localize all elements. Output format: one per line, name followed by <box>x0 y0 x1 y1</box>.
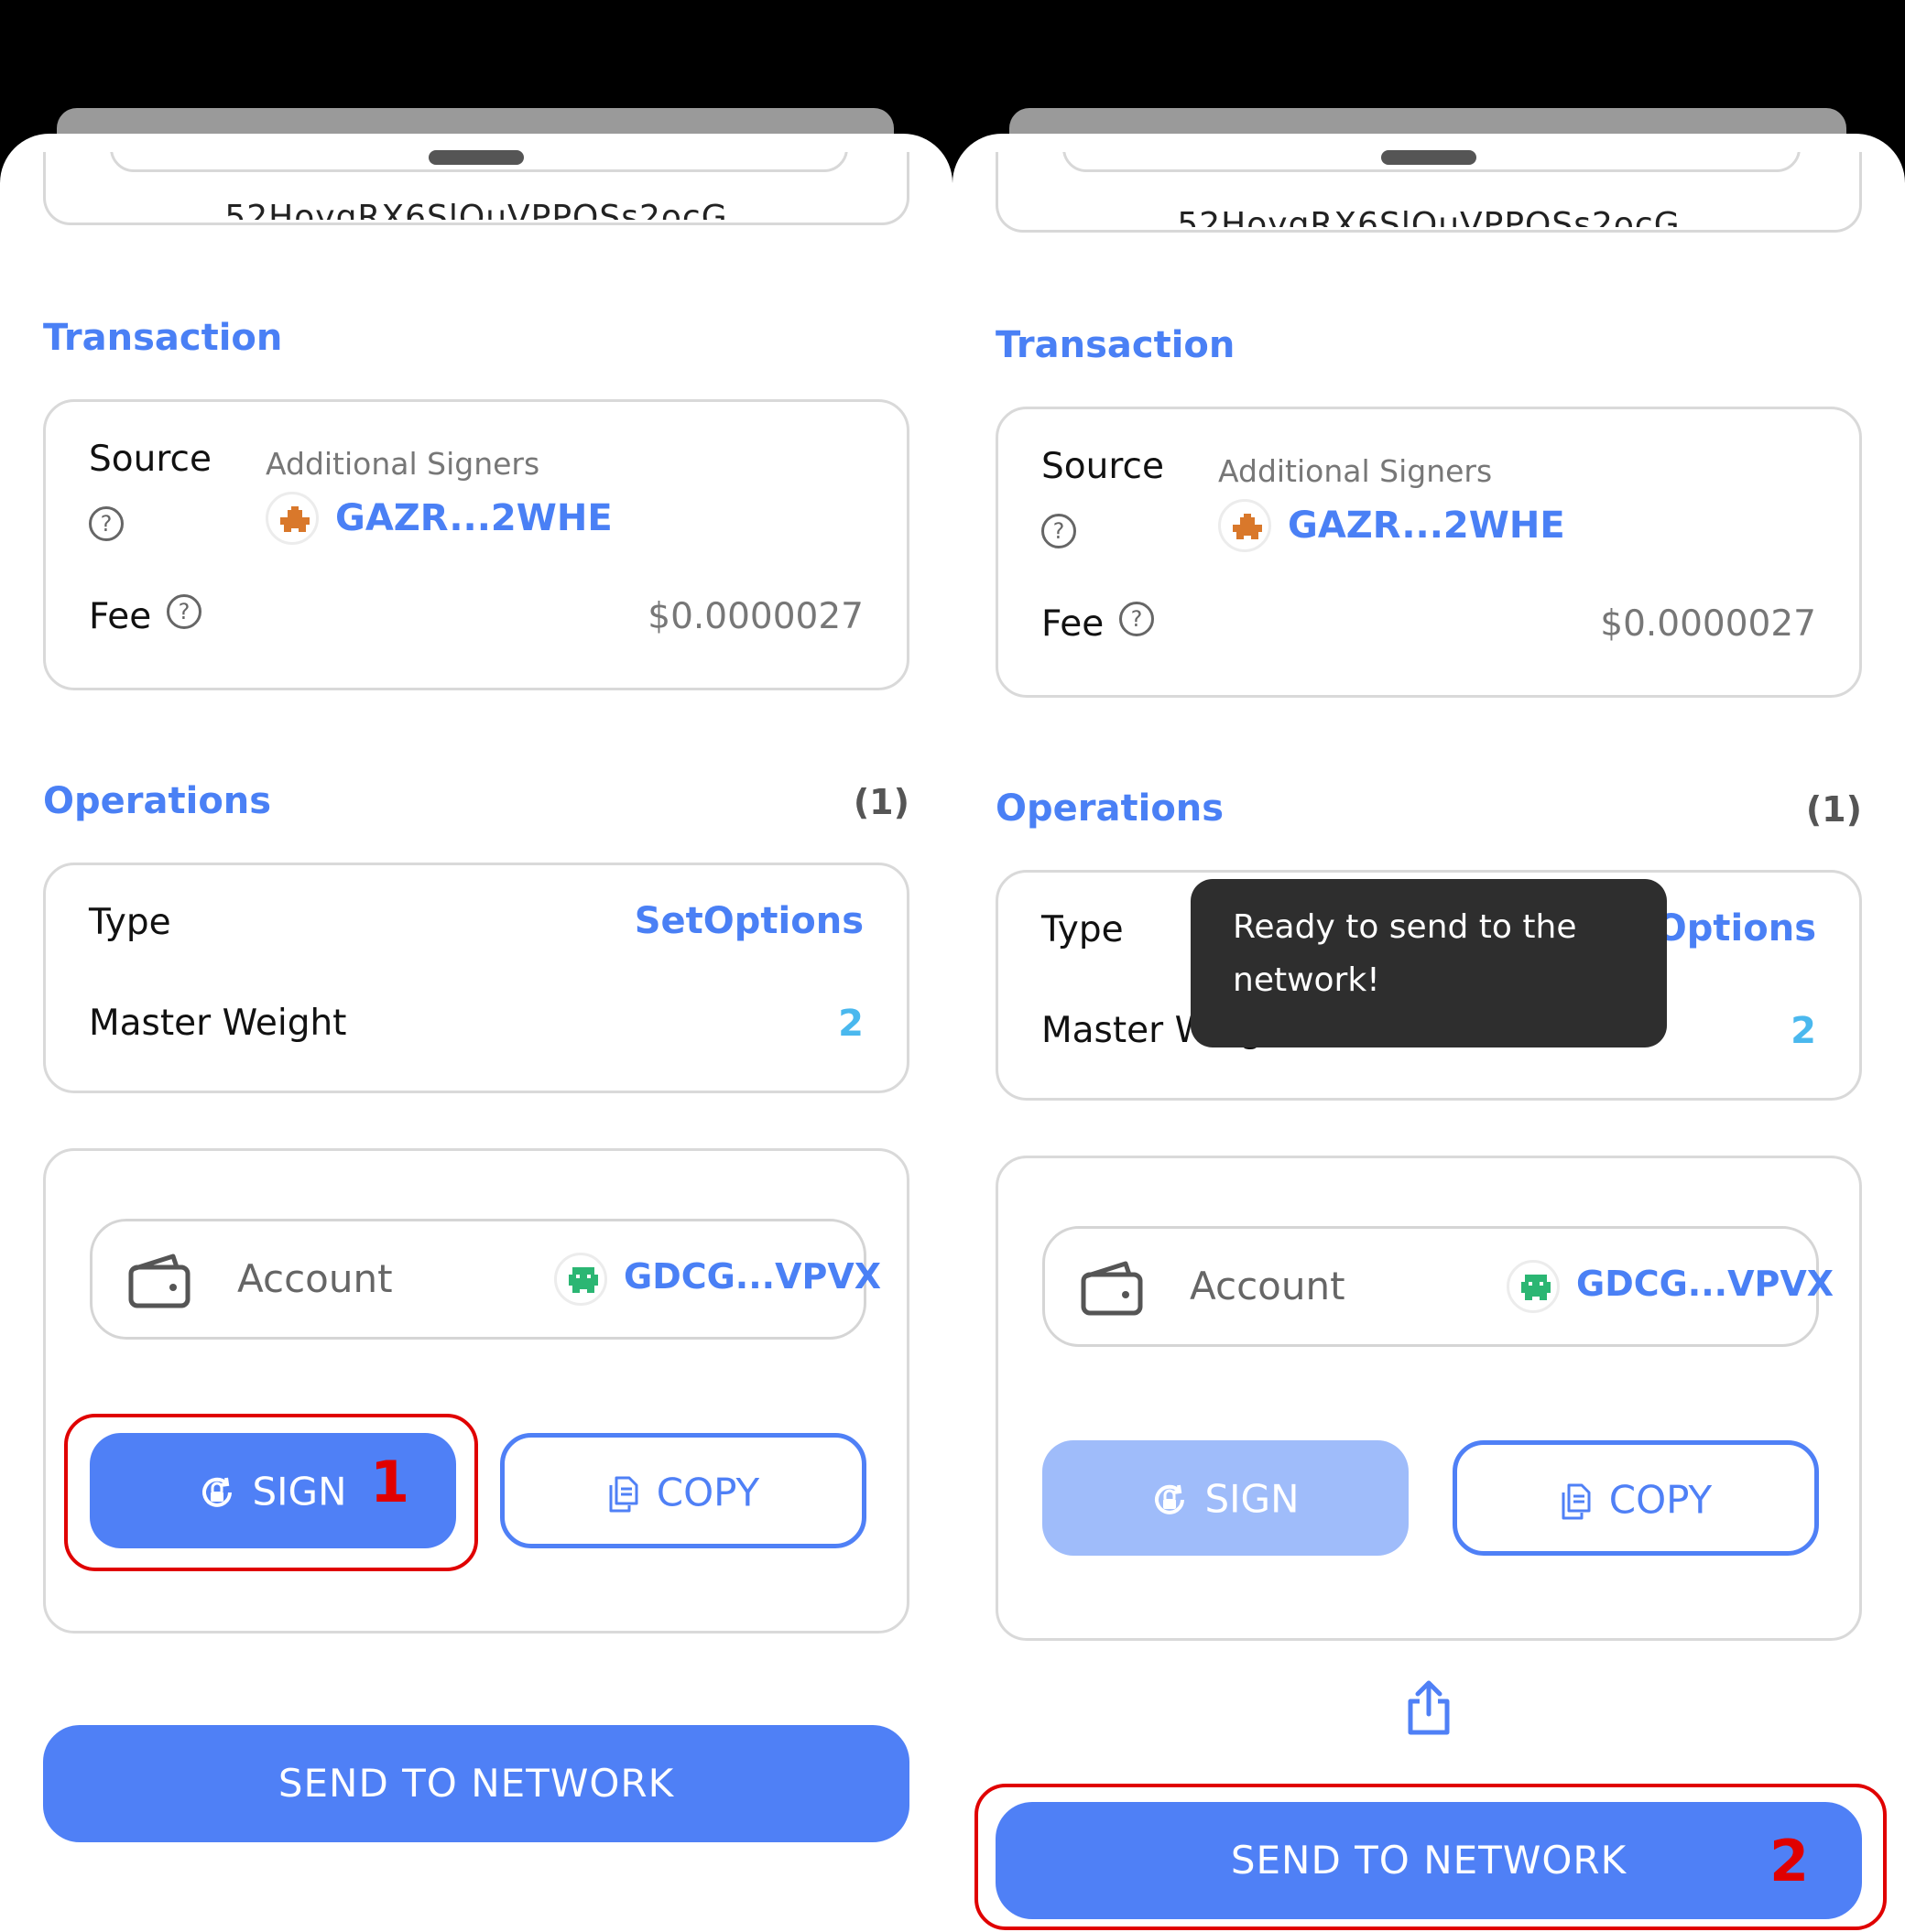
type-value: SetOptions <box>634 900 864 942</box>
hash-inner-border <box>110 152 848 172</box>
copy-label: COPY <box>1608 1477 1713 1523</box>
share-icon[interactable] <box>1403 1677 1454 1736</box>
transaction-card: Source ? Additional Signers GAZR...2WHE … <box>43 399 909 690</box>
right-screenshot-panel: 52HoygRX6SlQuVPPOSs2ocG Transaction Sour… <box>952 0 1905 1932</box>
signer-avatar <box>1218 499 1271 552</box>
operations-count: (1) <box>853 782 909 822</box>
operations-section-title: Operations <box>43 780 272 822</box>
operation-card: Type SetOptions Master Weight 2 <box>43 863 909 1093</box>
sign-icon <box>1155 1484 1185 1514</box>
account-address: GDCG...VPVX <box>624 1256 882 1297</box>
transaction-sheet: 52HoygRX6SlQuVPPOSs2ocG Transaction Sour… <box>952 134 1905 1932</box>
account-avatar <box>554 1253 607 1306</box>
fee-value: $0.0000027 <box>1600 603 1816 645</box>
transaction-hash-card: 52HoygRX6SlQuVPPOSs2ocG <box>996 152 1862 233</box>
master-weight-value: 2 <box>838 1003 864 1045</box>
toast-line-1: Ready to send to the <box>1233 908 1577 946</box>
copy-button[interactable]: COPY <box>1453 1440 1819 1556</box>
master-weight-value: 2 <box>1791 1010 1816 1052</box>
sign-label: SIGN <box>1204 1476 1300 1522</box>
operations-count: (1) <box>1805 789 1862 830</box>
fee-label: Fee <box>89 596 152 637</box>
source-label: Source <box>1041 446 1164 487</box>
fee-help-icon[interactable]: ? <box>167 594 201 629</box>
account-selector[interactable]: Account GDCG...VPVX <box>90 1219 881 1340</box>
fee-label: Fee <box>1041 603 1105 645</box>
hash-inner-border <box>1062 152 1801 172</box>
account-label: Account <box>237 1256 393 1301</box>
step-2-highlight <box>974 1784 1887 1930</box>
account-address: GDCG...VPVX <box>1576 1264 1834 1304</box>
transaction-hash-card: 52HoygRX6SlQuVPPOSs2ocG <box>43 152 909 225</box>
signer-address[interactable]: GAZR...2WHE <box>335 497 613 539</box>
operations-section-title: Operations <box>996 787 1225 830</box>
type-label: Type <box>1041 909 1124 950</box>
copy-button[interactable]: COPY <box>500 1433 866 1548</box>
source-help-icon[interactable]: ? <box>1041 514 1076 548</box>
transaction-section-title: Transaction <box>996 324 1236 366</box>
step-1-highlight <box>64 1414 478 1571</box>
transaction-card: Source ? Additional Signers GAZR...2WHE … <box>996 407 1862 698</box>
toast-line-2: network! <box>1233 961 1380 999</box>
additional-signers-label: Additional Signers <box>1218 453 1493 489</box>
step-2-number: 2 <box>1769 1828 1810 1894</box>
master-weight-label: Master Weight <box>89 1003 347 1044</box>
sign-button-disabled[interactable]: SIGN <box>1042 1440 1409 1556</box>
send-to-network-button[interactable]: SEND TO NETWORK <box>43 1725 909 1842</box>
transaction-section-title: Transaction <box>43 317 283 359</box>
transaction-sheet: 52HoygRX6SlQuVPPOSs2ocG Transaction Sour… <box>0 134 952 1932</box>
source-help-icon[interactable]: ? <box>89 506 124 541</box>
step-1-number: 1 <box>370 1449 410 1515</box>
left-screenshot-panel: 52HoygRX6SlQuVPPOSs2ocG Transaction Sour… <box>0 0 952 1932</box>
transaction-hash-text: 52HoygRX6SlQuVPPOSs2ocG <box>1177 206 1681 227</box>
fee-help-icon[interactable]: ? <box>1119 602 1154 636</box>
copy-label: COPY <box>656 1470 760 1515</box>
copy-icon <box>1562 1483 1591 1519</box>
copy-icon <box>609 1476 638 1512</box>
source-label: Source <box>89 439 212 480</box>
signer-avatar <box>266 492 319 545</box>
account-selector[interactable]: Account GDCG...VPVX <box>1042 1226 1834 1347</box>
transaction-hash-text: 52HoygRX6SlQuVPPOSs2ocG <box>224 199 728 220</box>
fee-value: $0.0000027 <box>648 596 864 637</box>
ready-toast: Ready to send to the network! <box>1191 879 1667 1047</box>
signer-address[interactable]: GAZR...2WHE <box>1288 505 1565 547</box>
additional-signers-label: Additional Signers <box>266 446 540 482</box>
type-label: Type <box>89 902 171 943</box>
wallet-icon <box>128 1254 190 1308</box>
wallet-icon <box>1081 1261 1143 1316</box>
signing-card: Account GDCG...VPVX SIGN COPY <box>996 1156 1862 1641</box>
account-label: Account <box>1190 1264 1345 1308</box>
account-avatar <box>1507 1260 1560 1313</box>
